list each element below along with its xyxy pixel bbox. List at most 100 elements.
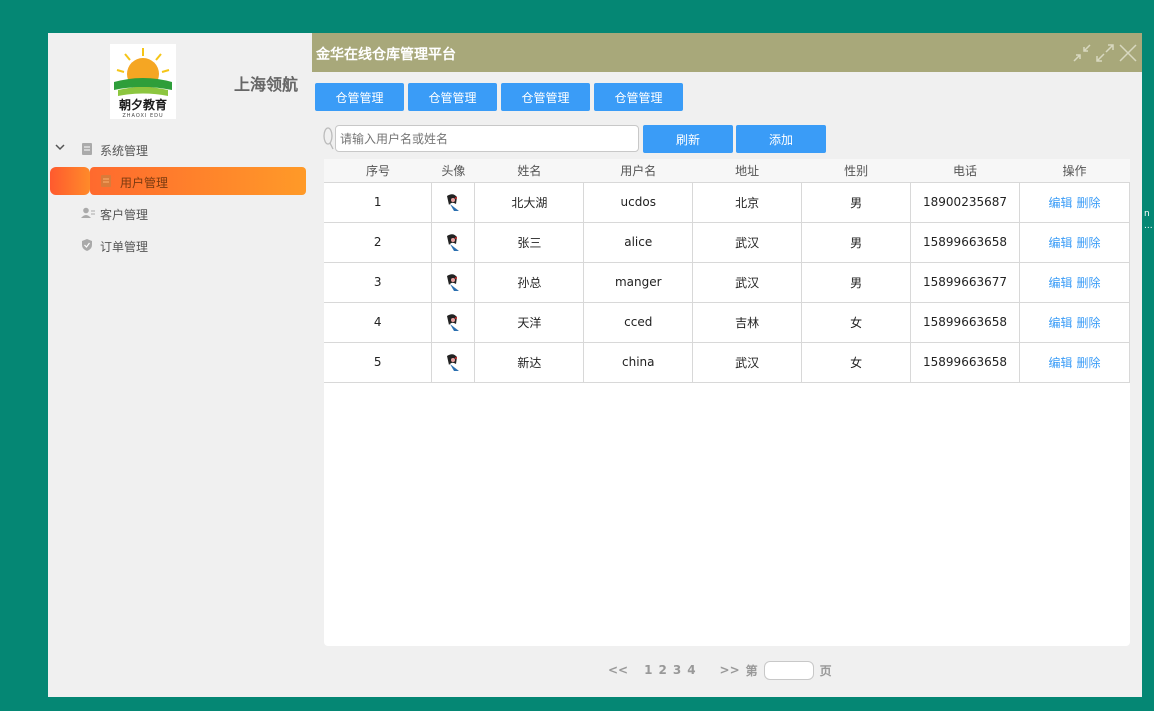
- table-row: 2 张三 alice 武汉男 15899663658 编辑 删除: [324, 221, 1130, 263]
- column-header: 性别: [801, 159, 911, 183]
- delete-link[interactable]: 删除: [1077, 356, 1101, 370]
- cell-name: 天洋: [474, 301, 585, 343]
- table-row: 3 孙总 manger 武汉男 15899663677 编辑 删除: [324, 261, 1130, 303]
- next-page-button[interactable]: >>: [720, 663, 740, 677]
- users-icon: [81, 207, 95, 218]
- cell-gender: 女: [801, 301, 912, 343]
- page-number-input[interactable]: [763, 660, 814, 680]
- column-header: 头像: [431, 159, 475, 183]
- refresh-button[interactable]: 刷新: [643, 125, 733, 153]
- cell-index: 2: [324, 221, 433, 263]
- edit-link[interactable]: 编辑: [1048, 236, 1072, 250]
- tab-warehouse-1[interactable]: 仓管管理: [315, 83, 404, 111]
- page-link-3[interactable]: 3: [673, 663, 681, 677]
- cell-actions: 编辑 删除: [1019, 261, 1130, 303]
- logo: 朝夕教育 ZHAOXI EDU: [110, 44, 176, 119]
- cell-avatar: [431, 181, 476, 223]
- page-title: 金华在线仓库管理平台: [316, 47, 456, 63]
- sidebar-item-label: 订单管理: [100, 240, 149, 254]
- cell-avatar: [431, 261, 476, 303]
- avatar-icon: [446, 234, 460, 251]
- cell-address: 武汉: [692, 341, 803, 383]
- cell-avatar: [431, 301, 476, 343]
- cell-phone: 15899663658: [910, 301, 1020, 343]
- cell-phone: 15899663658: [910, 341, 1020, 383]
- cell-actions: 编辑 删除: [1019, 181, 1130, 223]
- minimize-icon[interactable]: [1072, 43, 1092, 63]
- edit-link[interactable]: 编辑: [1048, 316, 1072, 330]
- logo-subtitle: ZHAOXI EDU: [122, 113, 164, 119]
- column-header: 用户名: [583, 159, 693, 183]
- tab-warehouse-3[interactable]: 仓管管理: [501, 83, 590, 111]
- cell-index: 4: [324, 301, 433, 343]
- cell-phone: 15899663658: [910, 221, 1020, 263]
- cell-gender: 男: [801, 261, 912, 303]
- cell-name: 张三: [474, 221, 585, 263]
- cell-name: 北大湖: [474, 181, 585, 223]
- cell-address: 北京: [692, 181, 803, 223]
- maximize-icon[interactable]: [1095, 43, 1115, 63]
- delete-link[interactable]: 删除: [1077, 236, 1101, 250]
- delete-link[interactable]: 删除: [1077, 196, 1101, 210]
- user-table-panel: 序号 头像 姓名 用户名 地址 性别 电话 操作 1 北大湖 ucdos 北京男 189…: [324, 159, 1130, 646]
- edit-link[interactable]: 编辑: [1048, 356, 1072, 370]
- cell-username: cced: [583, 301, 694, 343]
- logo-text: 朝夕教育: [118, 98, 167, 112]
- sidebar-item-customers[interactable]: 客户管理: [48, 197, 312, 229]
- sidebar-menu: 系统管理 用户管理 客户管理 订单管理: [48, 133, 312, 261]
- edit-link[interactable]: 编辑: [1048, 276, 1072, 290]
- column-header: 姓名: [474, 159, 584, 183]
- cell-name: 新达: [474, 341, 585, 383]
- table-row: 1 北大湖 ucdos 北京男 18900235687 编辑 删除: [324, 181, 1130, 223]
- edge-text-line: n: [1144, 209, 1150, 219]
- table-row: 5 新达 china 武汉女 15899663658 编辑 删除: [324, 341, 1130, 383]
- cell-address: 武汉: [692, 221, 803, 263]
- user-table: 序号 头像 姓名 用户名 地址 性别 电话 操作 1 北大湖 ucdos 北京男 189…: [324, 159, 1130, 383]
- add-button[interactable]: 添加: [736, 125, 826, 153]
- sidebar-item-system[interactable]: 系统管理: [48, 133, 312, 165]
- tab-bar: 仓管管理 仓管管理 仓管管理 仓管管理: [315, 83, 683, 111]
- tab-warehouse-2[interactable]: 仓管管理: [408, 83, 497, 111]
- app-window: 朝夕教育 ZHAOXI EDU 上海领航 系统管理 用户管理 客户管理 订单管理…: [48, 33, 1142, 697]
- search-input[interactable]: [335, 125, 639, 152]
- page-link-2[interactable]: 2: [658, 663, 666, 677]
- edit-link[interactable]: 编辑: [1048, 196, 1072, 210]
- cell-actions: 编辑 删除: [1019, 341, 1130, 383]
- cell-gender: 男: [801, 181, 912, 223]
- page-prefix-label: 第: [745, 663, 758, 678]
- brand-name: 上海领航: [234, 75, 299, 94]
- tab-warehouse-4[interactable]: 仓管管理: [594, 83, 683, 111]
- cell-index: 3: [324, 261, 433, 303]
- cell-username: china: [583, 341, 694, 383]
- cell-index: 5: [324, 341, 433, 383]
- avatar-icon: [446, 274, 460, 291]
- cell-address: 吉林: [692, 301, 803, 343]
- pagination: << 1 2 3 4 >> 第 页: [608, 660, 838, 680]
- avatar-icon: [446, 194, 460, 211]
- prev-page-button[interactable]: <<: [608, 663, 628, 677]
- document-icon: [101, 175, 111, 187]
- sidebar-item-users[interactable]: 用户管理: [48, 165, 312, 197]
- column-header: 序号: [324, 159, 432, 183]
- column-header: 电话: [910, 159, 1020, 183]
- close-icon[interactable]: [1118, 43, 1138, 63]
- column-header: 地址: [692, 159, 802, 183]
- cell-username: manger: [583, 261, 694, 303]
- search-icon: [323, 127, 334, 150]
- sidebar: 朝夕教育 ZHAOXI EDU 上海领航 系统管理 用户管理 客户管理 订单管理: [48, 33, 312, 697]
- cell-phone: 18900235687: [910, 181, 1020, 223]
- delete-link[interactable]: 删除: [1077, 316, 1101, 330]
- page-link-1[interactable]: 1: [644, 663, 652, 677]
- cell-avatar: [431, 341, 476, 383]
- chevron-down-icon[interactable]: [55, 142, 65, 152]
- cell-username: ucdos: [583, 181, 694, 223]
- cell-gender: 男: [801, 221, 912, 263]
- delete-link[interactable]: 删除: [1077, 276, 1101, 290]
- cell-gender: 女: [801, 341, 912, 383]
- avatar-icon: [446, 314, 460, 331]
- table-row: 4 天洋 cced 吉林女 15899663658 编辑 删除: [324, 301, 1130, 343]
- cell-avatar: [431, 221, 476, 263]
- cell-phone: 15899663677: [910, 261, 1020, 303]
- page-link-4[interactable]: 4: [687, 663, 695, 677]
- sidebar-item-orders[interactable]: 订单管理: [48, 229, 312, 261]
